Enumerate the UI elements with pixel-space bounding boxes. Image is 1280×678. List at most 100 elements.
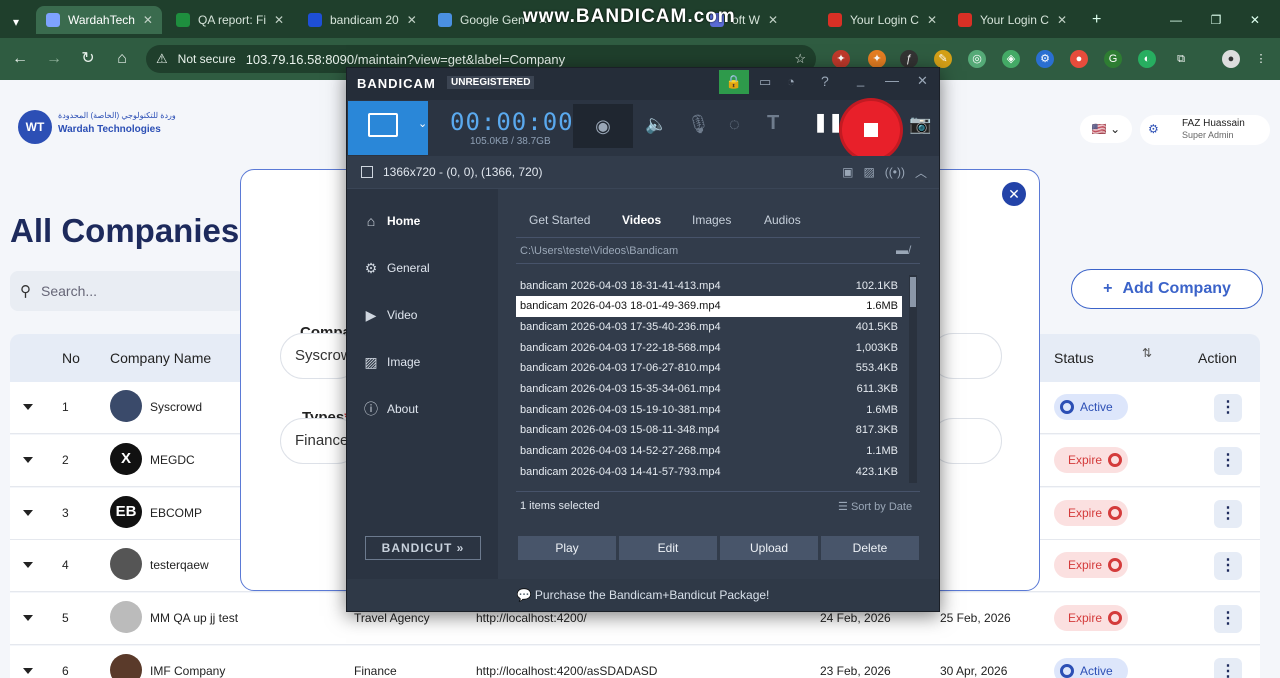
unregistered-badge[interactable]: UNREGISTERED: [447, 76, 535, 89]
window-controls[interactable]: — ❐ ✕: [1160, 6, 1270, 34]
column-header-company-name[interactable]: Company Name: [110, 350, 211, 366]
screen-mode-button[interactable]: ⌄: [348, 101, 428, 155]
extension-icon[interactable]: ◐: [1138, 50, 1156, 68]
company-url[interactable]: http://localhost:4200/asSDADASD: [476, 664, 657, 678]
browser-tab[interactable]: QA report: Fi ✕: [166, 6, 294, 34]
status-badge[interactable]: Expire: [1054, 552, 1128, 579]
status-badge[interactable]: Active: [1054, 658, 1128, 678]
tab-get-started[interactable]: Get Started: [529, 213, 590, 227]
add-company-button[interactable]: + Add Company: [1071, 269, 1263, 309]
sort-by-date[interactable]: ☰ Sort by Date: [838, 500, 912, 513]
expand-row-icon[interactable]: [23, 562, 33, 569]
microphone-icon[interactable]: 🎙: [687, 114, 710, 135]
search-input[interactable]: ⚲ Search...: [10, 271, 245, 311]
tab-images[interactable]: Images: [692, 213, 731, 227]
extension-icon[interactable]: ◈: [1002, 50, 1020, 68]
broadcast-icon[interactable]: ((•)): [885, 165, 905, 179]
forward-icon[interactable]: →: [44, 49, 64, 69]
collapse-icon[interactable]: ︿: [915, 164, 927, 181]
extensions-puzzle-icon[interactable]: ⧉: [1172, 50, 1190, 68]
tab-close-icon[interactable]: ✕: [768, 13, 778, 27]
lock-icon[interactable]: 🔒: [719, 70, 749, 94]
bandicut-button[interactable]: BANDICUT »: [365, 536, 481, 560]
list-item[interactable]: bandicam 2026-04-03 18-31-41-413.mp4 102.…: [516, 275, 902, 296]
record-target-icon[interactable]: ▣: [842, 165, 853, 179]
url-text[interactable]: 103.79.16.58:8090/maintain?view=get&labe…: [246, 52, 565, 67]
list-item[interactable]: bandicam 2026-04-03 15-35-34-061.mp4 611.…: [516, 379, 902, 400]
row-actions-icon[interactable]: ⋮: [1214, 605, 1242, 634]
play-button[interactable]: Play: [518, 536, 616, 560]
tab-close-icon[interactable]: ✕: [927, 13, 937, 27]
list-item[interactable]: bandicam 2026-04-03 17-06-27-810.mp4 553.…: [516, 358, 902, 379]
row-actions-icon[interactable]: ⋮: [1214, 394, 1242, 422]
new-tab-button[interactable]: +: [1082, 6, 1102, 34]
browser-tab[interactable]: WardahTech ✕: [36, 6, 162, 34]
tab-close-icon[interactable]: ✕: [274, 13, 284, 27]
sidebar-item-home[interactable]: ⌂ Home: [363, 213, 421, 229]
speaker-icon[interactable]: 🔈: [645, 114, 667, 135]
browser-menu-icon[interactable]: ⋮: [1252, 50, 1270, 68]
text-overlay-icon[interactable]: T: [767, 112, 779, 135]
tab-videos[interactable]: Videos: [622, 213, 661, 227]
row-actions-icon[interactable]: ⋮: [1214, 658, 1242, 678]
row-actions-icon[interactable]: ⋮: [1214, 499, 1242, 528]
sidebar-item-image[interactable]: ▨ Image: [363, 354, 420, 370]
list-item[interactable]: bandicam 2026-04-03 14-41-57-793.mp4 423.…: [516, 461, 902, 482]
extension-icon[interactable]: ◎: [968, 50, 986, 68]
sort-icon[interactable]: ⇅: [1142, 346, 1152, 360]
help-icon[interactable]: ?: [821, 73, 829, 89]
browser-tab[interactable]: Your Login C ✕: [948, 6, 1074, 34]
status-badge[interactable]: Expire: [1054, 446, 1128, 473]
image-icon[interactable]: ▨: [863, 165, 874, 179]
extension-icon[interactable]: ✎: [934, 50, 952, 68]
screenshot-camera-icon[interactable]: 📷: [909, 114, 931, 135]
home-icon[interactable]: ⌂: [112, 49, 132, 69]
expand-row-icon[interactable]: [23, 509, 33, 516]
language-selector[interactable]: 🇺🇸 ⌄: [1080, 115, 1132, 143]
tab-close-icon[interactable]: ✕: [143, 13, 153, 27]
close-icon[interactable]: ✕: [917, 73, 928, 89]
status-badge[interactable]: Expire: [1054, 499, 1128, 526]
list-item[interactable]: bandicam 2026-04-03 15-19-10-381.mp4 1.6M…: [516, 399, 902, 420]
bookmark-star-icon[interactable]: ☆: [794, 51, 806, 67]
folder-open-icon[interactable]: ▬/: [896, 243, 911, 257]
purchase-banner[interactable]: 💬 Purchase the Bandicam+Bandicut Package…: [347, 579, 939, 611]
minimize-icon[interactable]: —: [1170, 13, 1182, 27]
user-menu[interactable]: ⚙ FAZ Huassain Super Admin: [1140, 115, 1270, 145]
list-item[interactable]: bandicam 2026-04-03 17-35-40-236.mp4 401.…: [516, 316, 902, 337]
profile-avatar[interactable]: ●: [1222, 50, 1240, 68]
bandicam-title-bar[interactable]: BANDICAM UNREGISTERED 🔒 ▭ ◔ ? _ — ✕: [347, 68, 939, 100]
expand-row-icon[interactable]: [23, 668, 33, 674]
sidebar-item-video[interactable]: ▶ Video: [363, 307, 418, 323]
extension-icon[interactable]: ⚙: [1036, 50, 1054, 68]
delete-button[interactable]: Delete: [821, 536, 919, 560]
status-badge[interactable]: Expire: [1054, 605, 1128, 632]
tab-close-icon[interactable]: ✕: [1057, 13, 1067, 27]
edit-button[interactable]: Edit: [619, 536, 717, 560]
file-list-scrollbar[interactable]: [909, 275, 917, 483]
selection-box-icon[interactable]: [361, 166, 373, 178]
browser-tab[interactable]: Your Login C ✕: [818, 6, 944, 34]
browser-tab[interactable]: bandicam 20 ✕: [298, 6, 424, 34]
clock-icon[interactable]: ◔: [787, 74, 795, 89]
reload-icon[interactable]: ↻: [78, 49, 98, 69]
chevron-down-icon[interactable]: ⌄: [418, 117, 427, 130]
folder-icon[interactable]: ▭: [759, 74, 771, 90]
company-url[interactable]: http://localhost:4200/: [476, 611, 587, 625]
stop-record-button[interactable]: [842, 101, 900, 159]
pause-icon[interactable]: ❚❚: [813, 112, 843, 133]
security-label[interactable]: Not secure: [178, 52, 236, 66]
upload-button[interactable]: Upload: [720, 536, 818, 560]
extension-icon[interactable]: ●: [1070, 50, 1088, 68]
compact-icon[interactable]: _: [857, 72, 864, 87]
back-icon[interactable]: ←: [10, 49, 30, 69]
tab-audios[interactable]: Audios: [764, 213, 801, 227]
restore-icon[interactable]: ❐: [1211, 13, 1222, 27]
list-item[interactable]: bandicam 2026-04-03 18-01-49-369.mp4 1.6M…: [516, 295, 902, 317]
extension-icon[interactable]: ✦: [832, 50, 850, 68]
table-row[interactable]: 6 IMF Company Finance http://localhost:4200…: [10, 646, 1260, 678]
list-item[interactable]: bandicam 2026-04-03 14-52-27-268.mp4 1.1M…: [516, 441, 902, 462]
extension-icon[interactable]: ƒ: [900, 50, 918, 68]
row-actions-icon[interactable]: ⋮: [1214, 446, 1242, 475]
sidebar-item-about[interactable]: ⓘ About: [363, 401, 418, 417]
